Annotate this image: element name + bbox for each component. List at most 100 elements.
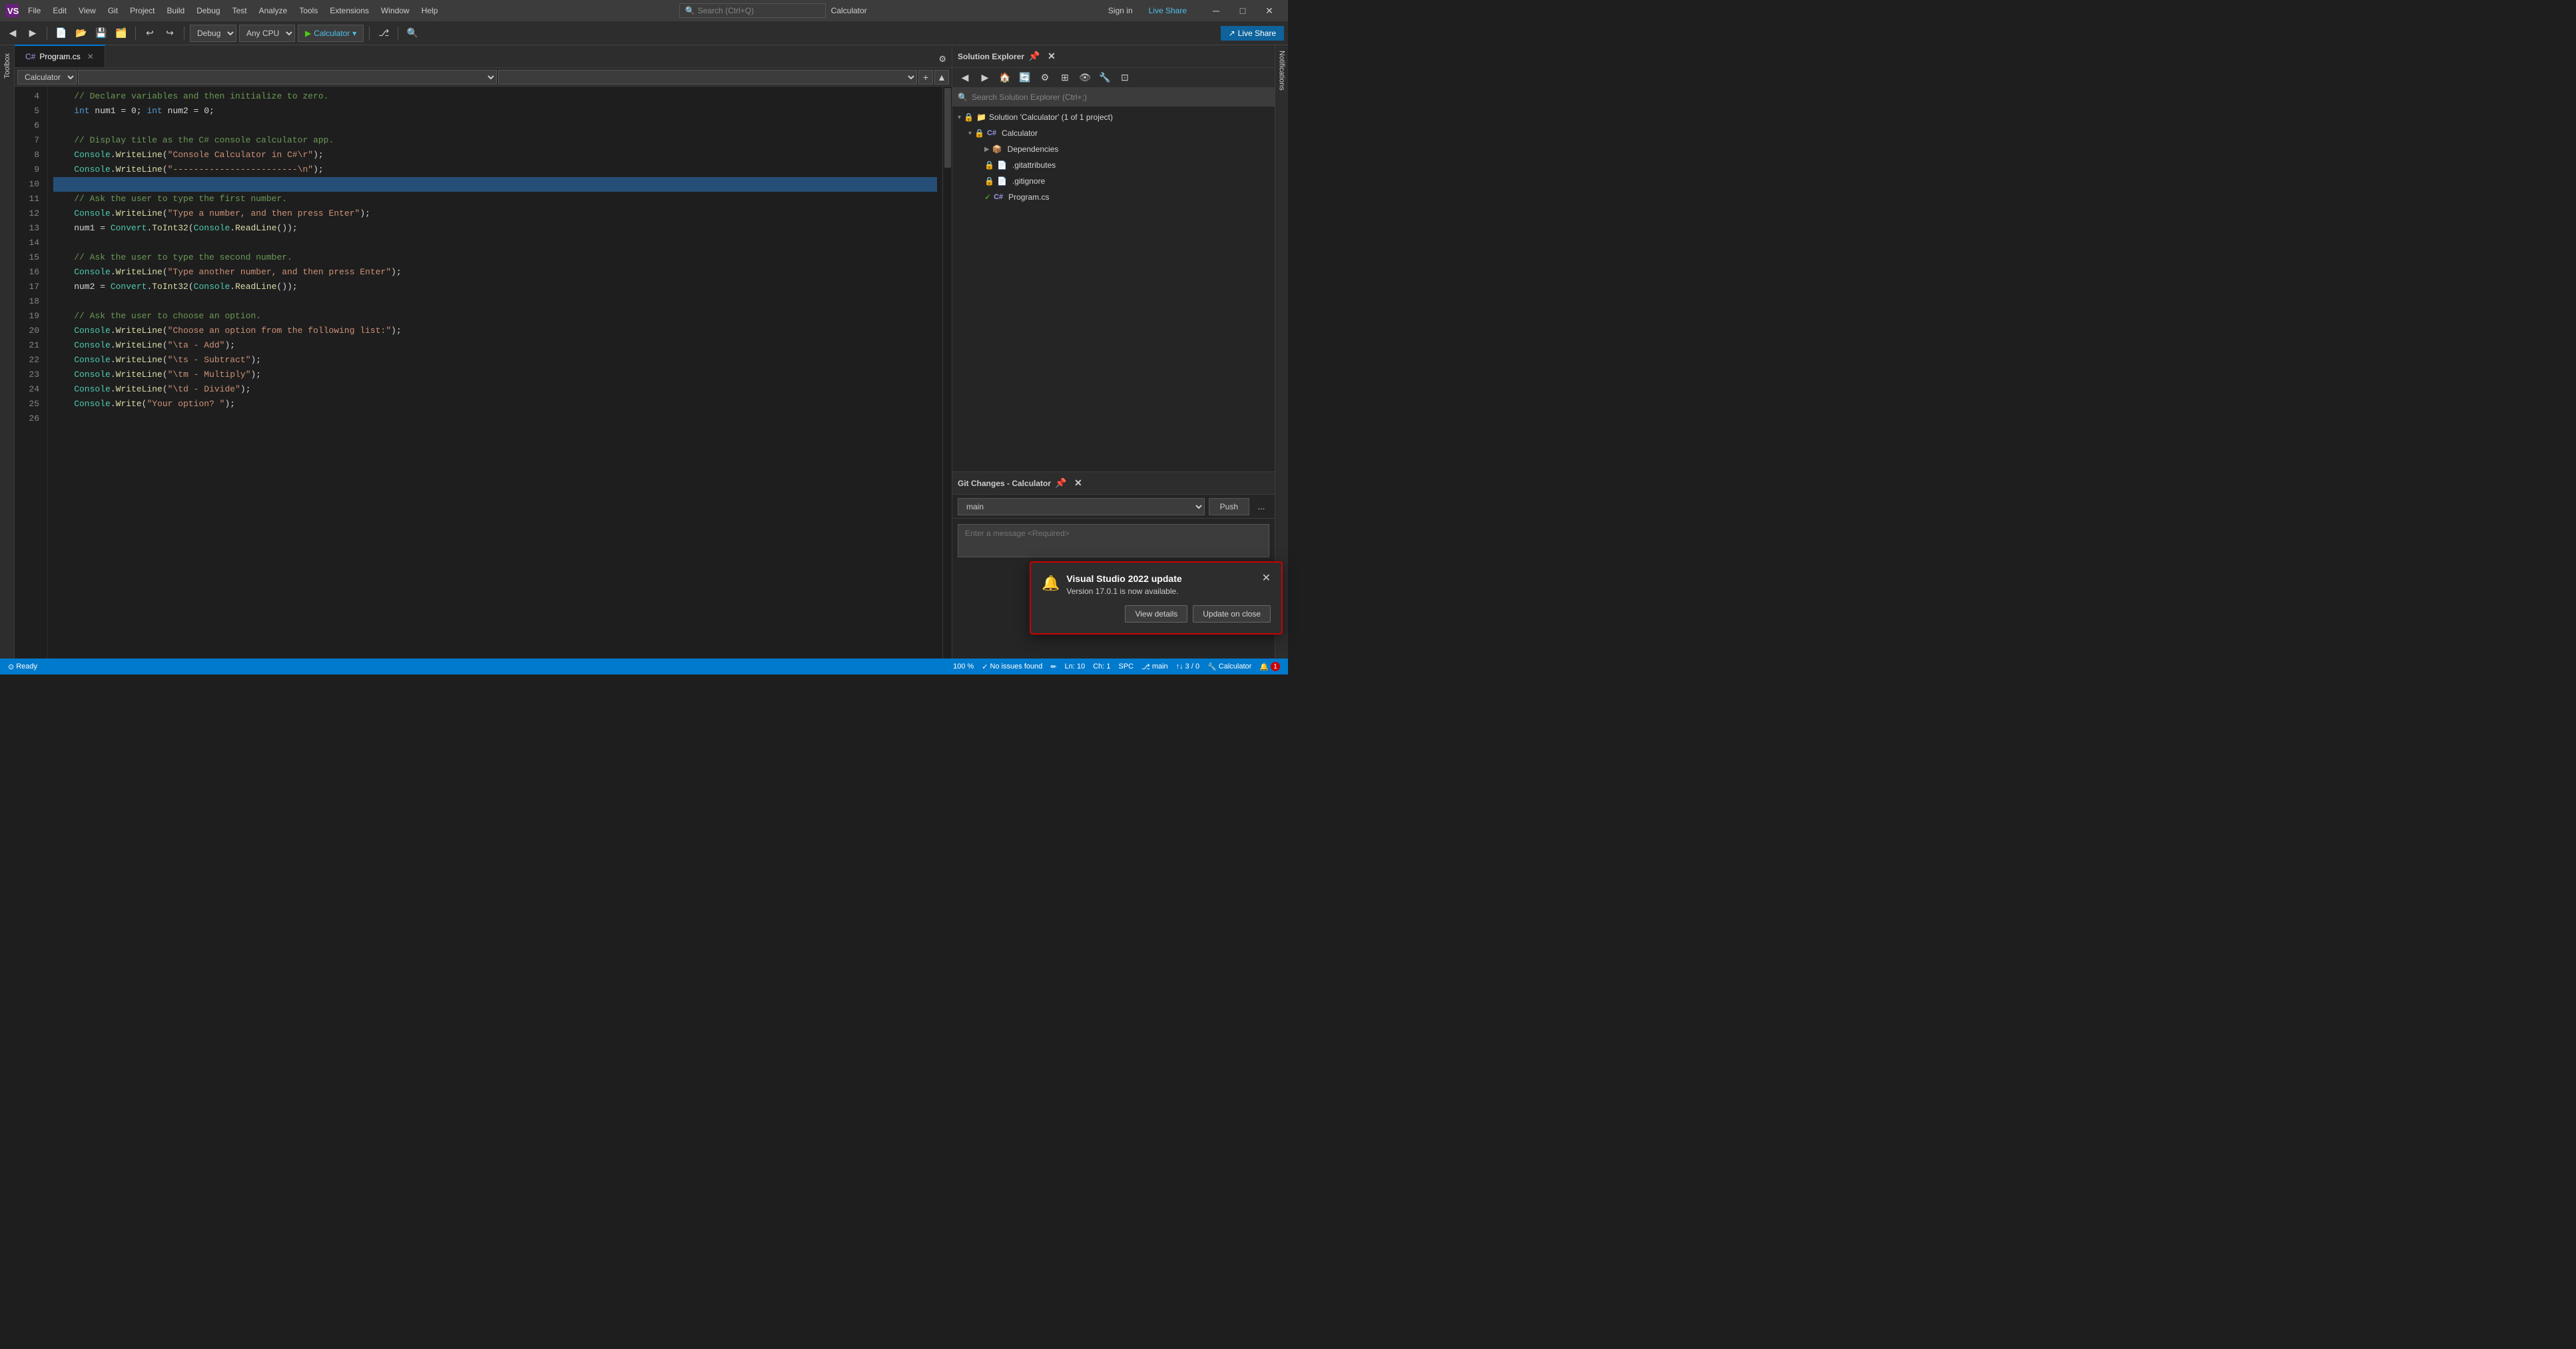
status-git-branch[interactable]: ⎇ main (1139, 662, 1171, 671)
toolbar-open-btn[interactable]: 📂 (73, 25, 90, 42)
se-close-btn[interactable]: ✕ (1044, 49, 1059, 64)
minimize-button[interactable]: ─ (1203, 0, 1229, 21)
toolbar-redo-btn[interactable]: ↪ (161, 25, 178, 42)
menu-extensions[interactable]: Extensions (324, 3, 374, 18)
live-share-button[interactable]: ↗ Live Share (1221, 26, 1284, 41)
git-branch-label: main (1152, 663, 1168, 671)
notification-close-button[interactable]: ✕ (1262, 573, 1271, 584)
live-share-titlebar-label[interactable]: Live Share (1143, 6, 1192, 15)
title-bar-right: Sign in Live Share ─ □ ✕ (1103, 0, 1283, 21)
sign-in-label[interactable]: Sign in (1103, 6, 1138, 15)
menu-help[interactable]: Help (416, 3, 444, 18)
tree-item-calculator[interactable]: ▾ 🔒 C# Calculator (952, 125, 1275, 141)
class-dropdown[interactable]: Calculator (17, 70, 77, 85)
se-home-btn[interactable]: 🏠 (996, 69, 1014, 87)
menu-debug[interactable]: Debug (191, 3, 225, 18)
menu-project[interactable]: Project (125, 3, 160, 18)
tab-settings-btn[interactable]: ⚙ (933, 51, 952, 67)
menu-tools[interactable]: Tools (294, 3, 323, 18)
run-target-label: Calculator (314, 29, 350, 38)
se-wrench-btn[interactable]: 🔧 (1096, 69, 1114, 87)
toolbar-search-btn[interactable]: 🔍 (404, 25, 421, 42)
toolbar-git-btn[interactable]: ⎇ (375, 25, 392, 42)
menu-view[interactable]: View (73, 3, 101, 18)
status-cursor[interactable]: ✏ (1048, 662, 1059, 671)
close-button[interactable]: ✕ (1256, 0, 1283, 21)
menu-file[interactable]: File (23, 3, 46, 18)
menu-test[interactable]: Test (227, 3, 252, 18)
status-issues[interactable]: ✓ No issues found (979, 662, 1045, 671)
lock-icon-calc: 🔒 (974, 129, 984, 138)
maximize-button[interactable]: □ (1229, 0, 1256, 21)
live-share-icon: ↗ (1229, 29, 1235, 38)
branch-dropdown[interactable]: main (958, 498, 1205, 515)
status-zoom[interactable]: 100 % (950, 662, 976, 671)
git-more-button[interactable]: ... (1253, 499, 1269, 515)
tab-program-cs[interactable]: C# Program.cs ✕ (15, 45, 105, 67)
solution-icon: 📁 (976, 113, 986, 122)
tree-item-gitattributes[interactable]: 🔒 📄 .gitattributes (952, 157, 1275, 173)
se-settings-btn[interactable]: ⚙ (1036, 69, 1054, 87)
status-notifications[interactable]: 🔔 1 (1257, 662, 1283, 671)
toolbar-save-all-btn[interactable]: 🗂️ (113, 25, 130, 42)
menu-edit[interactable]: Edit (47, 3, 72, 18)
gc-close-btn[interactable]: ✕ (1071, 476, 1086, 491)
tree-label-calculator: Calculator (1002, 129, 1038, 138)
gc-pin-btn[interactable]: 📌 (1054, 476, 1068, 491)
editor-scroll-up-btn[interactable]: ▲ (934, 70, 949, 85)
toolbar-undo-btn[interactable]: ↩ (141, 25, 159, 42)
toolbar-save-btn[interactable]: 💾 (93, 25, 110, 42)
tree-item-gitignore[interactable]: 🔒 📄 .gitignore (952, 173, 1275, 189)
editor-scrollbar[interactable] (942, 87, 952, 659)
se-filter-btn[interactable]: ⊞ (1056, 69, 1074, 87)
toolbar-back-btn[interactable]: ◀ (4, 25, 21, 42)
check-icon: ✓ (982, 663, 988, 671)
se-forward-btn[interactable]: ▶ (976, 69, 994, 87)
editor-area: C# Program.cs ✕ ⚙ Calculator + ▲ 4 5 (15, 45, 952, 659)
se-pin-btn[interactable]: 📌 (1027, 49, 1042, 64)
se-back-btn[interactable]: ◀ (956, 69, 974, 87)
status-changes[interactable]: ↑↓ 3 / 0 (1173, 662, 1202, 671)
tree-item-program-cs[interactable]: ✓ C# Program.cs (952, 189, 1275, 205)
status-ready[interactable]: ⊙ Ready (5, 663, 40, 671)
git-changes-title: Git Changes - Calculator (958, 479, 1051, 488)
se-sync-btn[interactable]: 🔄 (1016, 69, 1034, 87)
status-col[interactable]: Ch: 1 (1090, 662, 1113, 671)
tree-item-dependencies[interactable]: ▶ 📦 Dependencies (952, 141, 1275, 157)
view-details-button[interactable]: View details (1125, 605, 1187, 623)
status-encoding[interactable]: SPC (1116, 662, 1137, 671)
line-numbers: 4 5 6 7 8 9 10 11 12 13 14 15 16 17 18 1… (15, 87, 48, 659)
scroll-thumb[interactable] (944, 88, 951, 168)
run-button[interactable]: ▶ Calculator ▾ (298, 25, 364, 42)
platform-dropdown[interactable]: Any CPU (239, 25, 295, 42)
code-content[interactable]: // Declare variables and then initialize… (48, 87, 942, 659)
notification-body: Version 17.0.1 is now available. (1066, 587, 1181, 596)
toolbar-forward-btn[interactable]: ▶ (24, 25, 41, 42)
tree-item-solution[interactable]: ▾ 🔒 📁 Solution 'Calculator' (1 of 1 proj… (952, 109, 1275, 125)
member2-dropdown[interactable] (498, 70, 917, 85)
code-line-10 (53, 177, 937, 192)
toolbar-new-file-btn[interactable]: 📄 (53, 25, 70, 42)
tab-close-icon[interactable]: ✕ (87, 52, 94, 61)
update-on-close-button[interactable]: Update on close (1193, 605, 1271, 623)
code-line-9: Console.WriteLine("---------------------… (53, 162, 937, 177)
menu-git[interactable]: Git (103, 3, 123, 18)
debug-config-dropdown[interactable]: Debug (190, 25, 236, 42)
push-button[interactable]: Push (1209, 498, 1249, 515)
se-layout-btn[interactable]: ⊡ (1116, 69, 1133, 87)
search-box[interactable]: 🔍 Search (Ctrl+Q) (679, 3, 826, 18)
menu-window[interactable]: Window (376, 3, 415, 18)
commit-message-input[interactable] (958, 524, 1269, 557)
tree-chevron-deps: ▶ (984, 146, 990, 153)
editor-add-btn[interactable]: + (918, 70, 933, 85)
toolbox-label[interactable]: Toolbox (2, 51, 13, 81)
member-dropdown[interactable] (78, 70, 497, 85)
menu-analyze[interactable]: Analyze (254, 3, 293, 18)
menu-build[interactable]: Build (162, 3, 190, 18)
notifications-label[interactable]: Notifications (1278, 51, 1286, 91)
status-line[interactable]: Ln: 10 (1062, 662, 1088, 671)
ready-icon: ⊙ (8, 663, 14, 671)
se-view-btn[interactable]: 👁 (1076, 69, 1094, 87)
se-search[interactable]: 🔍 Search Solution Explorer (Ctrl+;) (952, 88, 1275, 107)
status-project[interactable]: 🔧 Calculator (1205, 662, 1254, 671)
